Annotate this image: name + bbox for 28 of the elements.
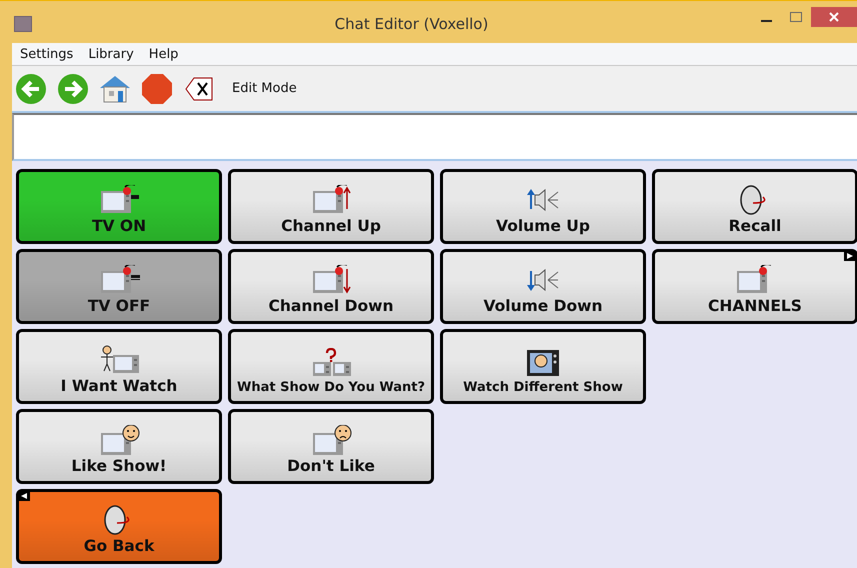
symbol-button[interactable]: Recall: [652, 169, 857, 244]
minimize-icon: [760, 20, 772, 22]
symbol-button[interactable]: I Want Watch: [16, 329, 222, 404]
symbol-button[interactable]: Watch Different Show: [440, 329, 646, 404]
symbol-button[interactable]: What Show Do You Want?: [228, 329, 434, 404]
stop-button[interactable]: [140, 72, 174, 106]
symbol-button[interactable]: Channel Up: [228, 169, 434, 244]
mode-label: Edit Mode: [232, 81, 297, 96]
symbol-button[interactable]: TV ON: [16, 169, 222, 244]
window-title: Chat Editor (Voxello): [334, 15, 490, 33]
back-button[interactable]: [14, 72, 48, 106]
app-icon: [14, 16, 32, 32]
message-field[interactable]: [12, 113, 857, 161]
symbol-button[interactable]: Like Show!: [16, 409, 222, 484]
menu-item[interactable]: Help: [148, 46, 178, 62]
maximize-icon: [790, 11, 802, 23]
menu-item[interactable]: Library: [88, 46, 134, 62]
symbol-button[interactable]: Don't Like: [228, 409, 434, 484]
symbol-button[interactable]: Volume Up: [440, 169, 646, 244]
close-button[interactable]: [811, 7, 857, 27]
close-icon: [828, 11, 840, 23]
symbol-button[interactable]: Volume Down: [440, 249, 646, 324]
forward-button[interactable]: [56, 72, 90, 106]
symbol-button[interactable]: TV OFF: [16, 249, 222, 324]
menu-item[interactable]: Settings: [20, 46, 74, 62]
symbol-button[interactable]: CHANNELS: [652, 249, 857, 324]
symbol-button[interactable]: Go Back: [16, 489, 222, 564]
symbol-button[interactable]: Channel Down: [228, 249, 434, 324]
